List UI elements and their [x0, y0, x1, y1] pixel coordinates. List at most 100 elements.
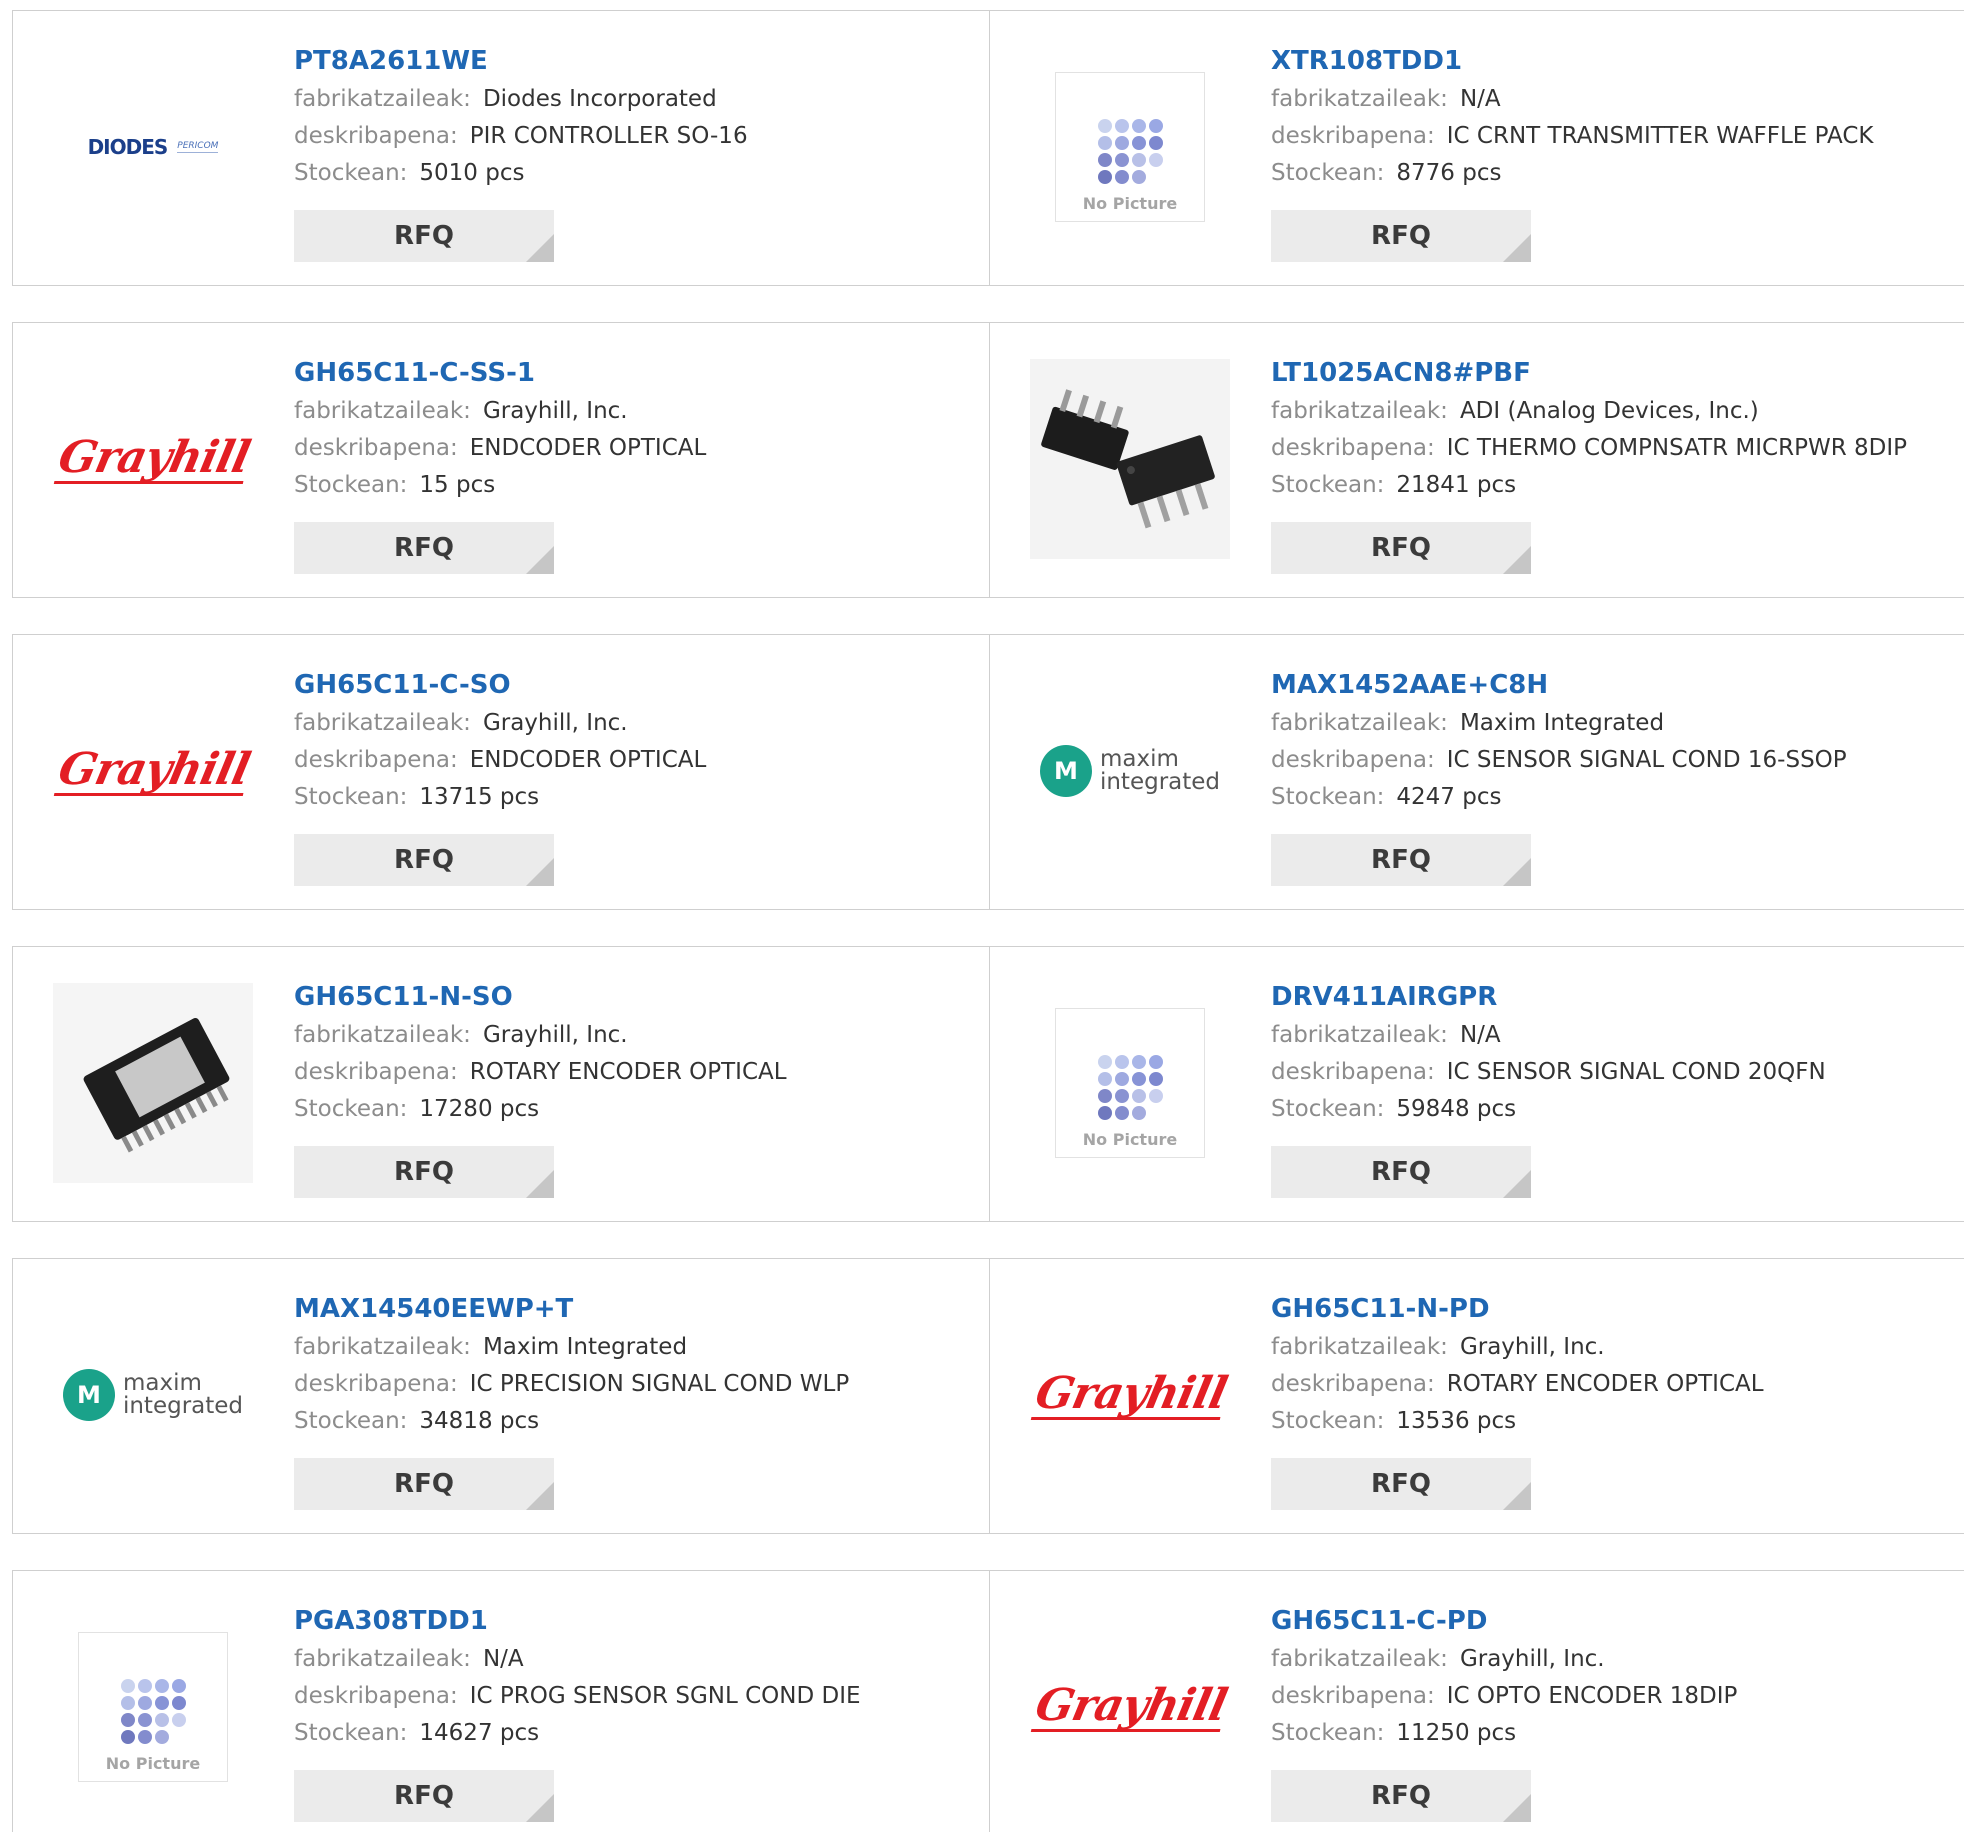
product-image: No Picture	[1030, 983, 1230, 1183]
manufacturer-row: fabrikatzaileak: N/A	[294, 1641, 974, 1678]
description-row: deskribapena: IC SENSOR SIGNAL COND 20QFN	[1271, 1054, 1951, 1091]
rfq-button[interactable]: RFQ	[1271, 210, 1531, 262]
part-number-link[interactable]: GH65C11-C-SO	[294, 665, 974, 705]
product-info: PGA308TDD1 fabrikatzaileak: N/A deskribap…	[294, 1601, 974, 1752]
product-info: DRV411AIRGPR fabrikatzaileak: N/A deskrib…	[1271, 977, 1951, 1128]
stock-label: Stockean:	[1271, 784, 1385, 810]
rfq-button[interactable]: RFQ	[294, 834, 554, 886]
stock-value: 5010 pcs	[419, 160, 525, 186]
no-picture-text: No Picture	[105, 1754, 201, 1773]
description-label: deskribapena:	[294, 1371, 458, 1397]
stock-row: Stockean: 14627 pcs	[294, 1715, 974, 1752]
manufacturer-value: Maxim Integrated	[1459, 710, 1665, 736]
rfq-button[interactable]: RFQ	[1271, 1146, 1531, 1198]
stock-row: Stockean: 21841 pcs	[1271, 467, 1951, 504]
stock-row: Stockean: 4247 pcs	[1271, 779, 1951, 816]
description-value: ENDCODER OPTICAL	[469, 747, 707, 773]
stock-value: 15 pcs	[419, 472, 496, 498]
stock-label: Stockean:	[1271, 472, 1385, 498]
rfq-button[interactable]: RFQ	[1271, 1458, 1531, 1510]
product-info: MAX1452AAE+C8H fabrikatzaileak: Maxim Int…	[1271, 665, 1951, 816]
no-picture-text: No Picture	[1082, 1130, 1178, 1149]
description-value: IC THERMO COMPNSATR MICRPWR 8DIP	[1446, 435, 1908, 461]
part-number-link[interactable]: PT8A2611WE	[294, 41, 974, 81]
manufacturer-value: N/A	[482, 1646, 524, 1672]
part-number-link[interactable]: DRV411AIRGPR	[1271, 977, 1951, 1017]
description-value: IC PRECISION SIGNAL COND WLP	[469, 1371, 850, 1397]
part-number-link[interactable]: GH65C11-N-SO	[294, 977, 974, 1017]
part-number-link[interactable]: MAX1452AAE+C8H	[1271, 665, 1951, 705]
stock-label: Stockean:	[1271, 1408, 1385, 1434]
maxim-logo: M maxim integrated	[1039, 745, 1221, 797]
manufacturer-logo: Grayhill	[1030, 1607, 1230, 1807]
product-image	[53, 983, 253, 1183]
part-number-link[interactable]: XTR108TDD1	[1271, 41, 1951, 81]
maxim-word-2: integrated	[122, 1393, 244, 1419]
manufacturer-label: fabrikatzaileak:	[294, 86, 471, 112]
product-grid: DIODES PERICOM PT8A2611WE fabrikatzailea…	[0, 0, 1964, 1832]
description-row: deskribapena: IC THERMO COMPNSATR MICRPWR…	[1271, 430, 1951, 467]
manufacturer-row: fabrikatzaileak: ADI (Analog Devices, Inc…	[1271, 393, 1951, 430]
corner-triangle-icon	[1503, 858, 1531, 886]
product-card: DIODES PERICOM PT8A2611WE fabrikatzailea…	[12, 10, 990, 286]
manufacturer-label: fabrikatzaileak:	[1271, 398, 1448, 424]
rfq-label: RFQ	[1371, 1157, 1431, 1187]
manufacturer-row: fabrikatzaileak: N/A	[1271, 81, 1951, 118]
product-card: M maxim integrated MAX14540EEWP+T fabrika…	[12, 1258, 990, 1534]
corner-triangle-icon	[1503, 1794, 1531, 1822]
description-value: ENDCODER OPTICAL	[469, 435, 707, 461]
part-number-link[interactable]: GH65C11-N-PD	[1271, 1289, 1951, 1329]
description-label: deskribapena:	[1271, 1371, 1435, 1397]
part-number-link[interactable]: LT1025ACN8#PBF	[1271, 353, 1951, 393]
part-number-link[interactable]: PGA308TDD1	[294, 1601, 974, 1641]
manufacturer-row: fabrikatzaileak: Grayhill, Inc.	[294, 705, 974, 742]
manufacturer-logo: Grayhill	[53, 671, 253, 871]
manufacturer-label: fabrikatzaileak:	[1271, 1022, 1448, 1048]
rfq-label: RFQ	[1371, 845, 1431, 875]
rfq-button[interactable]: RFQ	[1271, 522, 1531, 574]
product-card: No Picture DRV411AIRGPR fabrikatzaileak:…	[989, 946, 1964, 1222]
rfq-button[interactable]: RFQ	[294, 1770, 554, 1822]
rfq-button[interactable]: RFQ	[294, 1458, 554, 1510]
part-number-link[interactable]: MAX14540EEWP+T	[294, 1289, 974, 1329]
no-picture-placeholder: No Picture	[1055, 1008, 1205, 1158]
manufacturer-logo: Grayhill	[1030, 1295, 1230, 1495]
product-card: No Picture PGA308TDD1 fabrikatzaileak: N/…	[12, 1570, 990, 1832]
part-number-link[interactable]: GH65C11-C-SS-1	[294, 353, 974, 393]
maxim-mark-icon: M	[1039, 745, 1092, 797]
product-info: GH65C11-C-SO fabrikatzaileak: Grayhill, I…	[294, 665, 974, 816]
product-card: M maxim integrated MAX1452AAE+C8H fabrika…	[989, 634, 1964, 910]
no-picture-placeholder: No Picture	[1055, 72, 1205, 222]
description-row: deskribapena: ROTARY ENCODER OPTICAL	[294, 1054, 974, 1091]
stock-row: Stockean: 5010 pcs	[294, 155, 974, 192]
rfq-label: RFQ	[1371, 533, 1431, 563]
rfq-button[interactable]: RFQ	[294, 522, 554, 574]
stock-row: Stockean: 8776 pcs	[1271, 155, 1951, 192]
diodes-logo: DIODES PERICOM	[88, 135, 219, 159]
rfq-button[interactable]: RFQ	[294, 210, 554, 262]
rfq-button[interactable]: RFQ	[1271, 834, 1531, 886]
stock-label: Stockean:	[294, 160, 408, 186]
product-info: GH65C11-N-SO fabrikatzaileak: Grayhill, I…	[294, 977, 974, 1128]
product-info: GH65C11-C-SS-1 fabrikatzaileak: Grayhill,…	[294, 353, 974, 504]
stock-label: Stockean:	[1271, 1720, 1385, 1746]
maxim-mark-icon: M	[62, 1369, 115, 1421]
stock-row: Stockean: 59848 pcs	[1271, 1091, 1951, 1128]
description-row: deskribapena: IC PRECISION SIGNAL COND WL…	[294, 1366, 974, 1403]
corner-triangle-icon	[526, 234, 554, 262]
description-row: deskribapena: IC CRNT TRANSMITTER WAFFLE …	[1271, 118, 1951, 155]
stock-label: Stockean:	[1271, 1096, 1385, 1122]
rfq-button[interactable]: RFQ	[294, 1146, 554, 1198]
manufacturer-label: fabrikatzaileak:	[294, 398, 471, 424]
maxim-word-2: integrated	[1099, 769, 1221, 795]
rfq-button[interactable]: RFQ	[1271, 1770, 1531, 1822]
manufacturer-label: fabrikatzaileak:	[294, 1646, 471, 1672]
corner-triangle-icon	[526, 1482, 554, 1510]
pericom-logo-text: PERICOM	[177, 141, 219, 153]
part-number-link[interactable]: GH65C11-C-PD	[1271, 1601, 1951, 1641]
stock-label: Stockean:	[294, 1408, 408, 1434]
maxim-wordmark: maxim integrated	[123, 1372, 243, 1418]
no-picture-text: No Picture	[1082, 194, 1178, 213]
manufacturer-label: fabrikatzaileak:	[294, 1334, 471, 1360]
diodes-logo-text: DIODES	[87, 135, 169, 159]
